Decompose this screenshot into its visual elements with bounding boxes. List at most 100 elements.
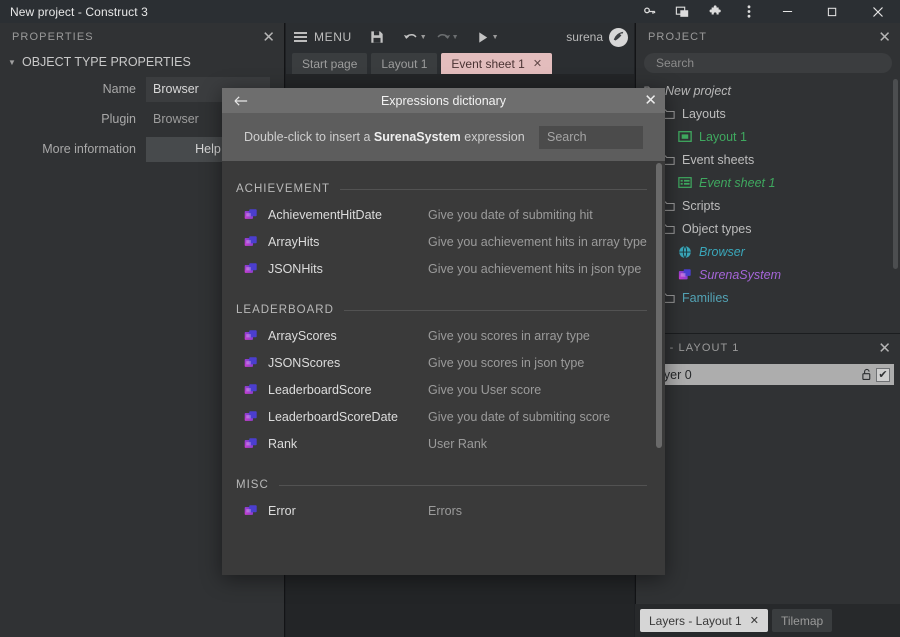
- project-tree-item[interactable]: Object types: [642, 217, 900, 240]
- close-icon[interactable]: ✕: [878, 30, 892, 45]
- app-window: New project - Construct 3 PROPERTIES ✕ ▼…: [0, 0, 900, 637]
- close-icon[interactable]: ✕: [750, 614, 759, 627]
- layers-panel: RS - LAYOUT 1 ✕ Layer 0 ✔: [635, 333, 900, 604]
- expression-row[interactable]: Error Errors: [236, 497, 647, 524]
- project-search-input[interactable]: Search: [644, 53, 892, 73]
- key-icon[interactable]: [633, 0, 666, 23]
- close-icon[interactable]: ✕: [262, 30, 276, 45]
- expression-row[interactable]: AchievementHitDate Give you date of submi…: [236, 201, 647, 228]
- expression-row[interactable]: ArrayHits Give you achievement hits in ar…: [236, 228, 647, 255]
- expression-row[interactable]: JSONScores Give you scores in json type: [236, 349, 647, 376]
- browser-globe-icon: [676, 244, 693, 259]
- tab-label: Start page: [302, 56, 358, 71]
- preview-dropdown-chevron-icon[interactable]: ▼: [492, 34, 499, 41]
- surena-plugin-icon: [676, 267, 693, 282]
- project-tree: New project Layouts Layout 1 Event sheets Ev…: [636, 79, 900, 309]
- main-menu-button[interactable]: MENU: [294, 30, 364, 44]
- expression-row[interactable]: JSONHits Give you achievement hits in jso…: [236, 255, 647, 282]
- minimize-button[interactable]: [765, 0, 810, 23]
- project-panel: PROJECT ✕ Search New project Layouts Layou…: [635, 23, 900, 333]
- project-tree-item[interactable]: Layout 1: [642, 125, 900, 148]
- avatar[interactable]: [609, 27, 628, 47]
- expression-icon: [244, 383, 258, 396]
- section-divider: [278, 484, 647, 486]
- menu-label: MENU: [314, 30, 352, 44]
- plugin-value: Browser: [153, 112, 199, 126]
- close-button[interactable]: [855, 0, 900, 23]
- close-icon[interactable]: ✕: [644, 93, 657, 108]
- search-placeholder: Search: [547, 130, 587, 144]
- tab-event-sheet-1[interactable]: Event sheet 1 ✕: [441, 53, 553, 74]
- title-bar-actions: [633, 0, 900, 23]
- image-icon[interactable]: [666, 0, 699, 23]
- unlock-icon[interactable]: [857, 365, 876, 384]
- dialog-scrollbar[interactable]: [656, 163, 662, 448]
- expression-description: User Rank: [428, 436, 488, 451]
- expression-icon: [244, 262, 258, 275]
- layout-icon: [676, 129, 693, 144]
- dialog-header: Double-click to insert a SurenaSystem ex…: [222, 113, 665, 161]
- maximize-button[interactable]: [810, 0, 855, 23]
- expression-sections: ACHIEVEMENT AchievementHitDate Give you da…: [236, 161, 647, 524]
- dialog-search-input[interactable]: Search: [539, 125, 643, 149]
- close-icon[interactable]: ✕: [878, 341, 892, 356]
- expression-icon: [244, 437, 258, 450]
- expression-section-header: ACHIEVEMENT: [236, 161, 647, 201]
- properties-panel-header: PROPERTIES ✕: [0, 23, 284, 51]
- properties-panel-title: PROPERTIES: [12, 31, 94, 43]
- expression-name: JSONScores: [268, 355, 341, 370]
- expression-icon: [244, 329, 258, 342]
- section-divider: [343, 309, 647, 311]
- project-tree-item-label: Object types: [682, 221, 752, 236]
- expression-row[interactable]: LeaderboardScoreDate Give you date of sub…: [236, 403, 647, 430]
- hint-prefix: Double-click to insert a: [244, 130, 374, 144]
- save-icon[interactable]: [364, 23, 390, 51]
- hint-object-name: SurenaSystem: [373, 130, 461, 144]
- project-tree-item[interactable]: Event sheet 1: [642, 171, 900, 194]
- project-tree-item[interactable]: Layouts: [642, 102, 900, 125]
- expression-section-header: MISC: [236, 457, 647, 497]
- expression-name: ArrayScores: [268, 328, 337, 343]
- tab-start-page[interactable]: Start page: [292, 53, 368, 74]
- event-sheet-icon: [676, 175, 693, 190]
- project-tree-item[interactable]: Scripts: [642, 194, 900, 217]
- kebab-menu-icon[interactable]: [732, 0, 765, 23]
- expression-section-title: LEADERBOARD: [236, 304, 334, 316]
- property-label-more-information: More information: [42, 142, 136, 156]
- editor-tabs: Start page Layout 1 Event sheet 1 ✕: [286, 51, 634, 74]
- user-account[interactable]: surena: [566, 27, 634, 47]
- expression-name: Error: [268, 503, 296, 518]
- tab-label: Event sheet 1: [451, 56, 525, 71]
- layer-visibility-checkbox[interactable]: ✔: [876, 367, 890, 382]
- project-tree-item[interactable]: Event sheets: [642, 148, 900, 171]
- bottom-tab-strip: Layers - Layout 1 ✕ Tilemap: [635, 604, 900, 637]
- expression-name: AchievementHitDate: [268, 207, 382, 222]
- project-tree-item[interactable]: Families: [642, 286, 900, 309]
- bottom-tab-label: Tilemap: [780, 613, 824, 628]
- redo-dropdown-chevron-icon[interactable]: ▼: [452, 34, 459, 41]
- expression-row[interactable]: Rank User Rank: [236, 430, 647, 457]
- undo-dropdown-chevron-icon[interactable]: ▼: [420, 34, 427, 41]
- tab-layout-1[interactable]: Layout 1: [371, 53, 438, 74]
- project-tree-item[interactable]: New project: [642, 79, 900, 102]
- bottom-tab-layers[interactable]: Layers - Layout 1 ✕: [640, 609, 768, 632]
- object-type-properties-group[interactable]: ▼ OBJECT TYPE PROPERTIES: [0, 51, 284, 73]
- project-tree-item-label: Event sheet 1: [699, 175, 776, 190]
- expression-description: Give you achievement hits in array type: [428, 234, 647, 249]
- back-arrow-icon[interactable]: [230, 95, 252, 107]
- section-divider: [340, 188, 647, 190]
- property-label-name: Name: [102, 82, 136, 96]
- expression-row[interactable]: ArrayScores Give you scores in array type: [236, 322, 647, 349]
- expression-name: JSONHits: [268, 261, 323, 276]
- layer-row[interactable]: Layer 0 ✔: [642, 364, 894, 385]
- close-icon[interactable]: ✕: [533, 57, 542, 70]
- puzzle-piece-icon[interactable]: [699, 0, 732, 23]
- project-scrollbar[interactable]: [893, 79, 898, 269]
- bottom-tab-tilemap[interactable]: Tilemap: [771, 609, 833, 632]
- expression-row[interactable]: LeaderboardScore Give you User score: [236, 376, 647, 403]
- hint-suffix: expression: [460, 130, 525, 144]
- project-tree-item[interactable]: SurenaSystem: [642, 263, 900, 286]
- project-tree-item[interactable]: Browser: [642, 240, 900, 263]
- bottom-tab-label: Layers - Layout 1: [649, 613, 742, 628]
- expression-icon: [244, 410, 258, 423]
